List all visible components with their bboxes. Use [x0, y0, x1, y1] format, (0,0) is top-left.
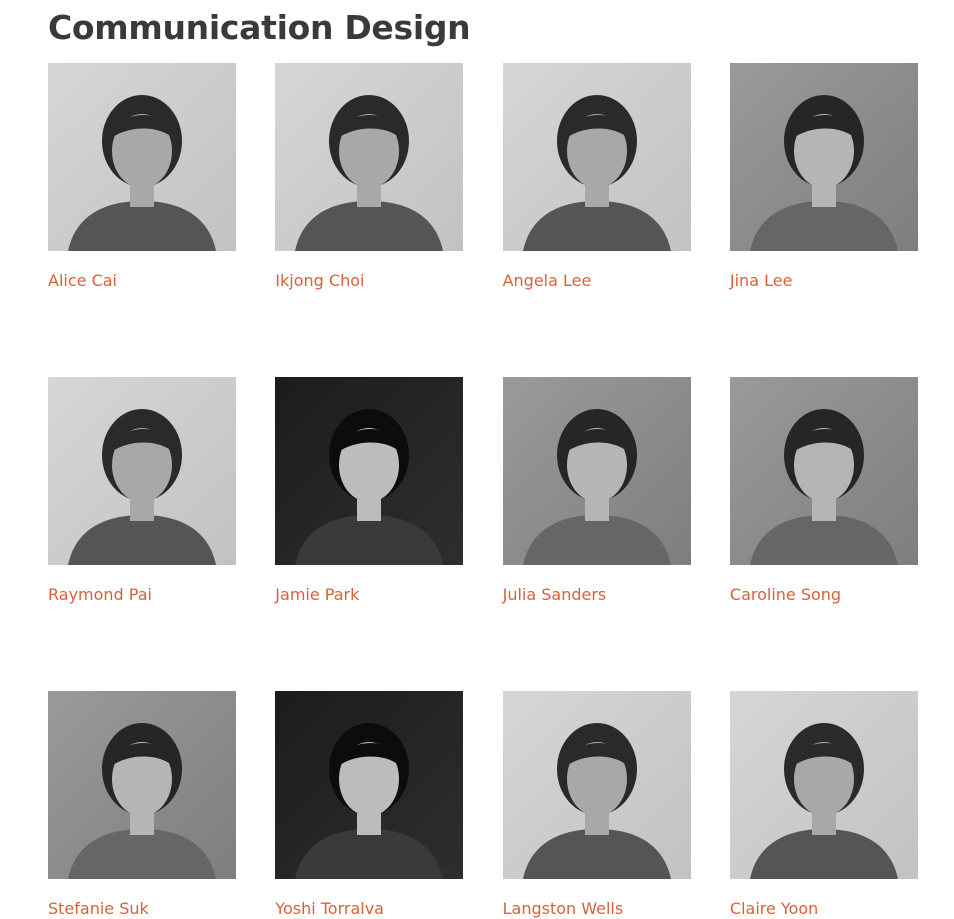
person-name-link[interactable]: Stefanie Suk — [48, 899, 236, 919]
portrait-image — [502, 691, 691, 879]
person-card[interactable]: Ikjong Choi — [275, 63, 464, 291]
portrait-photo[interactable] — [729, 691, 918, 879]
person-name-link[interactable]: Yoshi Torralva — [275, 899, 463, 919]
person-card[interactable]: Jamie Park — [275, 377, 464, 605]
person-name-link[interactable]: Jamie Park — [275, 585, 463, 605]
portrait-photo[interactable] — [729, 63, 918, 251]
portrait-photo[interactable] — [502, 63, 691, 251]
section-title: Communication Design — [48, 8, 471, 47]
person-card[interactable]: Alice Cai — [48, 63, 236, 291]
person-card[interactable]: Claire Yoon — [729, 691, 918, 919]
person-name-link[interactable]: Julia Sanders — [503, 585, 691, 605]
portrait-image — [275, 691, 464, 879]
person-name-link[interactable]: Alice Cai — [48, 271, 236, 291]
portrait-photo[interactable] — [48, 691, 236, 879]
person-card[interactable]: Jina Lee — [729, 63, 918, 291]
person-card[interactable]: Stefanie Suk — [48, 691, 236, 919]
person-name-link[interactable]: Caroline Song — [730, 585, 918, 605]
portrait-photo[interactable] — [729, 377, 918, 565]
portrait-image — [729, 691, 918, 879]
portrait-photo[interactable] — [502, 377, 691, 565]
portrait-photo[interactable] — [275, 63, 464, 251]
portrait-image — [48, 377, 236, 565]
portrait-image — [48, 691, 236, 879]
portrait-photo[interactable] — [502, 691, 691, 879]
person-card[interactable]: Caroline Song — [729, 377, 918, 605]
portrait-image — [502, 63, 691, 251]
portrait-image — [729, 63, 918, 251]
portrait-image — [275, 377, 464, 565]
person-name-link[interactable]: Raymond Pai — [48, 585, 236, 605]
person-name-link[interactable]: Claire Yoon — [730, 899, 918, 919]
portrait-photo[interactable] — [275, 377, 464, 565]
person-card[interactable]: Angela Lee — [502, 63, 691, 291]
portrait-image — [502, 377, 691, 565]
person-name-link[interactable]: Jina Lee — [730, 271, 918, 291]
person-card[interactable]: Langston Wells — [502, 691, 691, 919]
people-grid: Alice Cai Ikjong Choi Angela Lee Jina Lee Ra… — [48, 63, 918, 919]
person-card[interactable]: Yoshi Torralva — [275, 691, 464, 919]
portrait-image — [48, 63, 236, 251]
person-name-link[interactable]: Langston Wells — [503, 899, 691, 919]
portrait-image — [729, 377, 918, 565]
portrait-photo[interactable] — [48, 377, 236, 565]
person-name-link[interactable]: Angela Lee — [503, 271, 691, 291]
portrait-photo[interactable] — [48, 63, 236, 251]
person-card[interactable]: Raymond Pai — [48, 377, 236, 605]
person-name-link[interactable]: Ikjong Choi — [275, 271, 463, 291]
person-card[interactable]: Julia Sanders — [502, 377, 691, 605]
portrait-image — [275, 63, 464, 251]
portrait-photo[interactable] — [275, 691, 464, 879]
